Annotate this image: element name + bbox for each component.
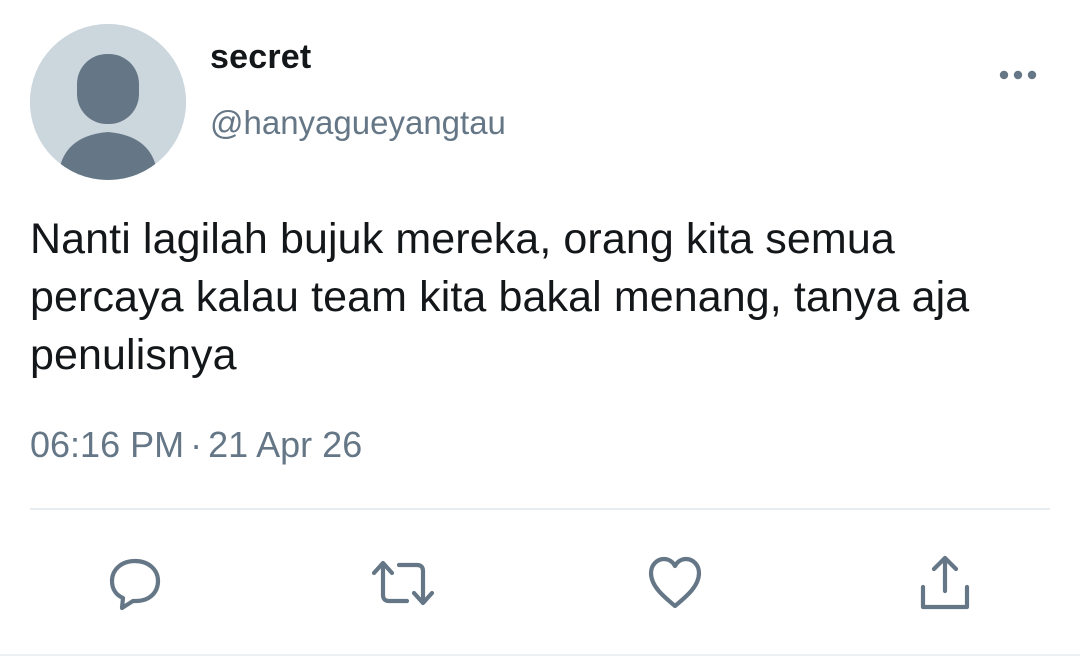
reply-icon <box>109 558 161 611</box>
share-button[interactable] <box>910 548 980 618</box>
more-options-button[interactable] <box>994 60 1042 90</box>
action-bar <box>0 548 1080 618</box>
heart-icon <box>648 556 702 609</box>
bottom-divider <box>0 654 1080 656</box>
tweet: secret @hanyagueyangtau Nanti lagilah bu… <box>0 0 1080 672</box>
share-icon <box>920 555 970 610</box>
tweet-timestamp[interactable]: 06:16 PM · 21 Apr 26 <box>30 424 362 466</box>
tweet-time: 06:16 PM <box>30 424 185 465</box>
retweet-button[interactable] <box>368 548 438 618</box>
user-handle[interactable]: @hanyagueyangtau <box>210 104 506 142</box>
tweet-text: Nanti lagilah bujuk mereka, orang kita s… <box>30 215 970 379</box>
avatar[interactable] <box>30 24 186 180</box>
default-avatar-icon <box>30 24 186 180</box>
display-name[interactable]: secret <box>210 38 311 77</box>
more-icon <box>999 70 1037 80</box>
timestamp-separator: · <box>190 424 203 465</box>
reply-button[interactable] <box>100 548 170 618</box>
tweet-date: 21 Apr 26 <box>208 424 363 465</box>
retweet-icon <box>371 560 435 606</box>
divider <box>30 508 1050 510</box>
like-button[interactable] <box>640 548 710 618</box>
